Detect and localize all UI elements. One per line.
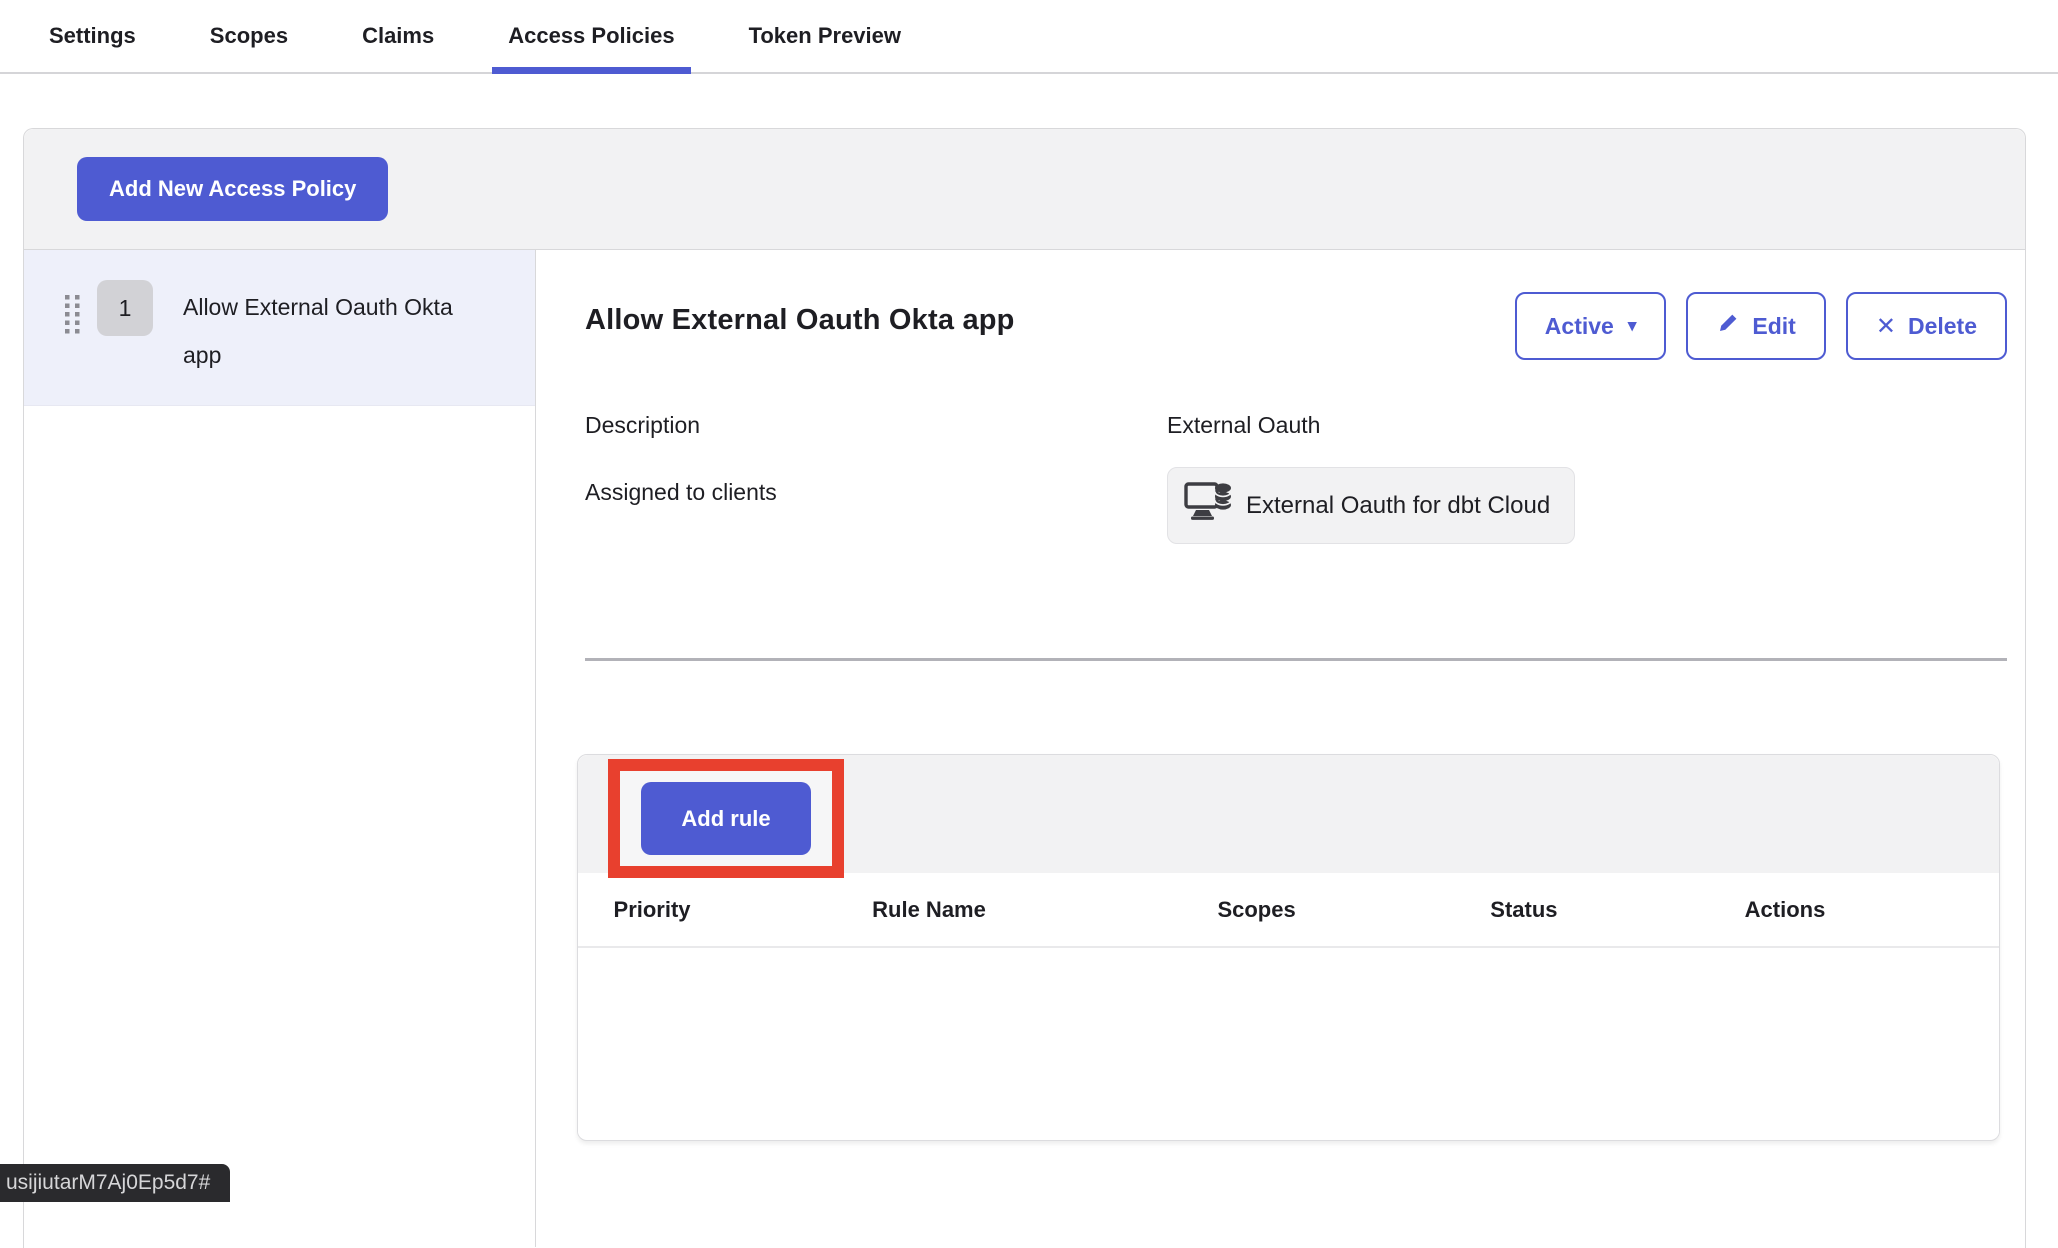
add-rule-button[interactable]: Add rule bbox=[641, 782, 811, 855]
column-header-status: Status bbox=[1490, 897, 1557, 923]
card-header: Add New Access Policy bbox=[24, 129, 2025, 250]
rules-panel: Add rule Priority Rule Name Scopes Statu… bbox=[577, 754, 2000, 1141]
edit-button-label: Edit bbox=[1752, 313, 1795, 340]
section-divider bbox=[585, 658, 2007, 661]
column-header-rule-name: Rule Name bbox=[872, 897, 986, 923]
column-header-priority: Priority bbox=[614, 897, 691, 923]
tab-scopes[interactable]: Scopes bbox=[194, 0, 304, 72]
assigned-client-chip-label: External Oauth for dbt Cloud bbox=[1246, 492, 1550, 520]
client-app-icon bbox=[1184, 481, 1232, 530]
chevron-down-icon: ▾ bbox=[1628, 316, 1637, 336]
rules-toolbar: Add rule bbox=[578, 755, 1999, 873]
policy-info: Description External Oauth Assigned to c… bbox=[585, 400, 2007, 544]
assigned-to-clients-label: Assigned to clients bbox=[585, 467, 1167, 506]
add-new-access-policy-button[interactable]: Add New Access Policy bbox=[77, 157, 388, 221]
rules-table-body bbox=[578, 948, 1999, 1138]
description-value: External Oauth bbox=[1167, 400, 2007, 439]
rules-table-header: Priority Rule Name Scopes Status Actions bbox=[578, 873, 1999, 948]
policy-title: Allow External Oauth Okta app bbox=[585, 292, 1015, 337]
close-icon: ✕ bbox=[1876, 312, 1896, 341]
policy-action-buttons: Active ▾ Edit ✕ Delete bbox=[1515, 292, 2007, 360]
tab-claims[interactable]: Claims bbox=[346, 0, 450, 72]
delete-button[interactable]: ✕ Delete bbox=[1846, 292, 2007, 360]
policy-list-item[interactable]: 1 Allow External Oauth Okta app bbox=[24, 250, 535, 406]
drag-handle-icon[interactable] bbox=[64, 294, 81, 339]
column-header-actions: Actions bbox=[1745, 897, 1826, 923]
policy-priority-badge: 1 bbox=[97, 280, 153, 336]
policy-list: 1 Allow External Oauth Okta app bbox=[24, 250, 536, 1247]
delete-button-label: Delete bbox=[1908, 313, 1977, 340]
description-label: Description bbox=[585, 400, 1167, 439]
access-policies-card: Add New Access Policy 1 bbox=[23, 128, 2026, 1248]
link-preview-tooltip: usijiutarM7Aj0Ep5d7# bbox=[0, 1164, 230, 1202]
edit-button[interactable]: Edit bbox=[1686, 292, 1825, 360]
policy-detail-panel: Allow External Oauth Okta app Active ▾ E… bbox=[536, 250, 2025, 1247]
column-header-scopes: Scopes bbox=[1217, 897, 1295, 923]
tab-access-policies[interactable]: Access Policies bbox=[492, 0, 690, 72]
detail-header: Allow External Oauth Okta app Active ▾ E… bbox=[585, 292, 2007, 360]
policy-list-item-label: Allow External Oauth Okta app bbox=[183, 280, 483, 379]
status-dropdown-button[interactable]: Active ▾ bbox=[1515, 292, 1667, 360]
status-dropdown-label: Active bbox=[1545, 313, 1614, 340]
annotation-highlight-box: Add rule bbox=[608, 759, 844, 878]
pencil-icon bbox=[1716, 311, 1740, 341]
tab-token-preview[interactable]: Token Preview bbox=[733, 0, 917, 72]
card-body: 1 Allow External Oauth Okta app Allow Ex… bbox=[24, 250, 2025, 1247]
assigned-client-chip[interactable]: External Oauth for dbt Cloud bbox=[1167, 467, 1575, 544]
tab-bar: Settings Scopes Claims Access Policies T… bbox=[0, 0, 2058, 74]
tab-settings[interactable]: Settings bbox=[33, 0, 152, 72]
